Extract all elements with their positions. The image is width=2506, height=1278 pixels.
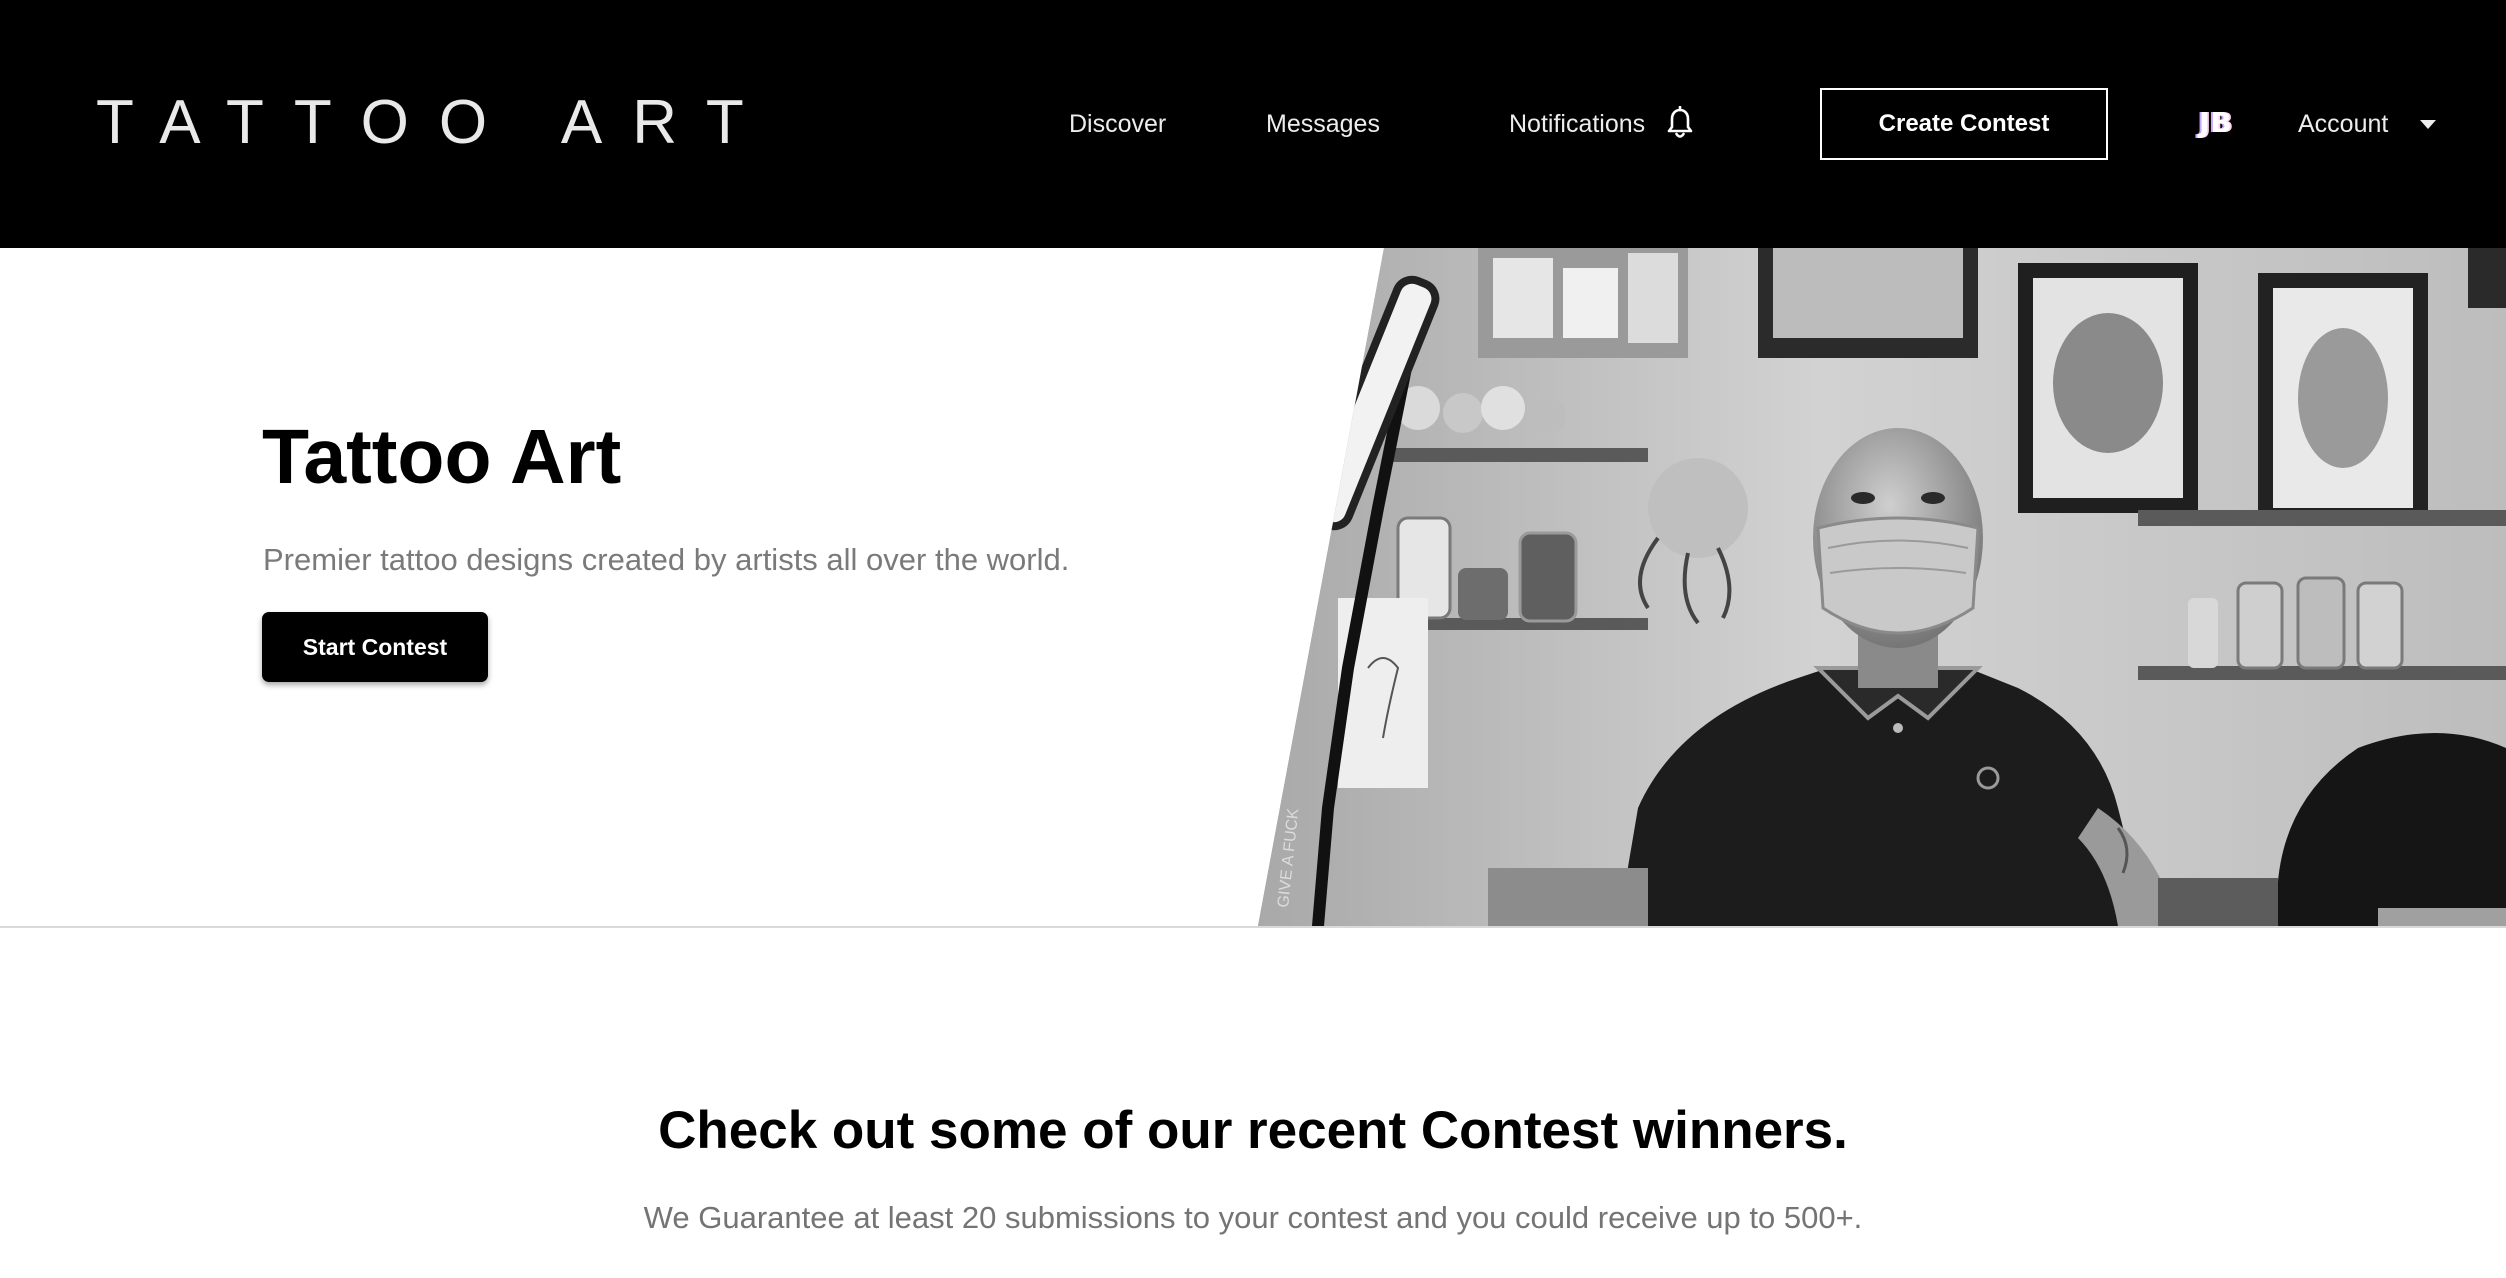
hero-title: Tattoo Art [262, 414, 622, 500]
nav-messages[interactable]: Messages [1266, 108, 1380, 140]
hero-section: GIVE A FUCK [0, 248, 2506, 928]
chevron-down-icon[interactable] [2420, 120, 2436, 129]
winners-heading: Check out some of our recent Contest win… [658, 1101, 1848, 1160]
nav-discover[interactable]: Discover [1069, 108, 1166, 140]
hero-subtitle: Premier tattoo designs created by artist… [263, 542, 1070, 577]
winners-subheading: We Guarantee at least 20 submissions to … [643, 1200, 1863, 1235]
hero-photo: GIVE A FUCK [1258, 248, 2506, 926]
account-menu[interactable]: Account [2298, 108, 2388, 140]
avatar[interactable]: JB [2199, 106, 2251, 140]
create-contest-button[interactable]: Create Contest [1820, 88, 2108, 160]
top-navigation-bar: TATTOO ART Discover Messages Notificatio… [0, 0, 2506, 248]
start-contest-button[interactable]: Start Contest [262, 612, 488, 682]
nav-notifications[interactable]: Notifications [1509, 108, 1645, 140]
bell-icon[interactable] [1665, 106, 1695, 140]
tattoo-artist-photo: GIVE A FUCK [1258, 248, 2506, 926]
brand-logo[interactable]: TATTOO ART [96, 88, 774, 158]
hero-divider [0, 926, 2506, 928]
